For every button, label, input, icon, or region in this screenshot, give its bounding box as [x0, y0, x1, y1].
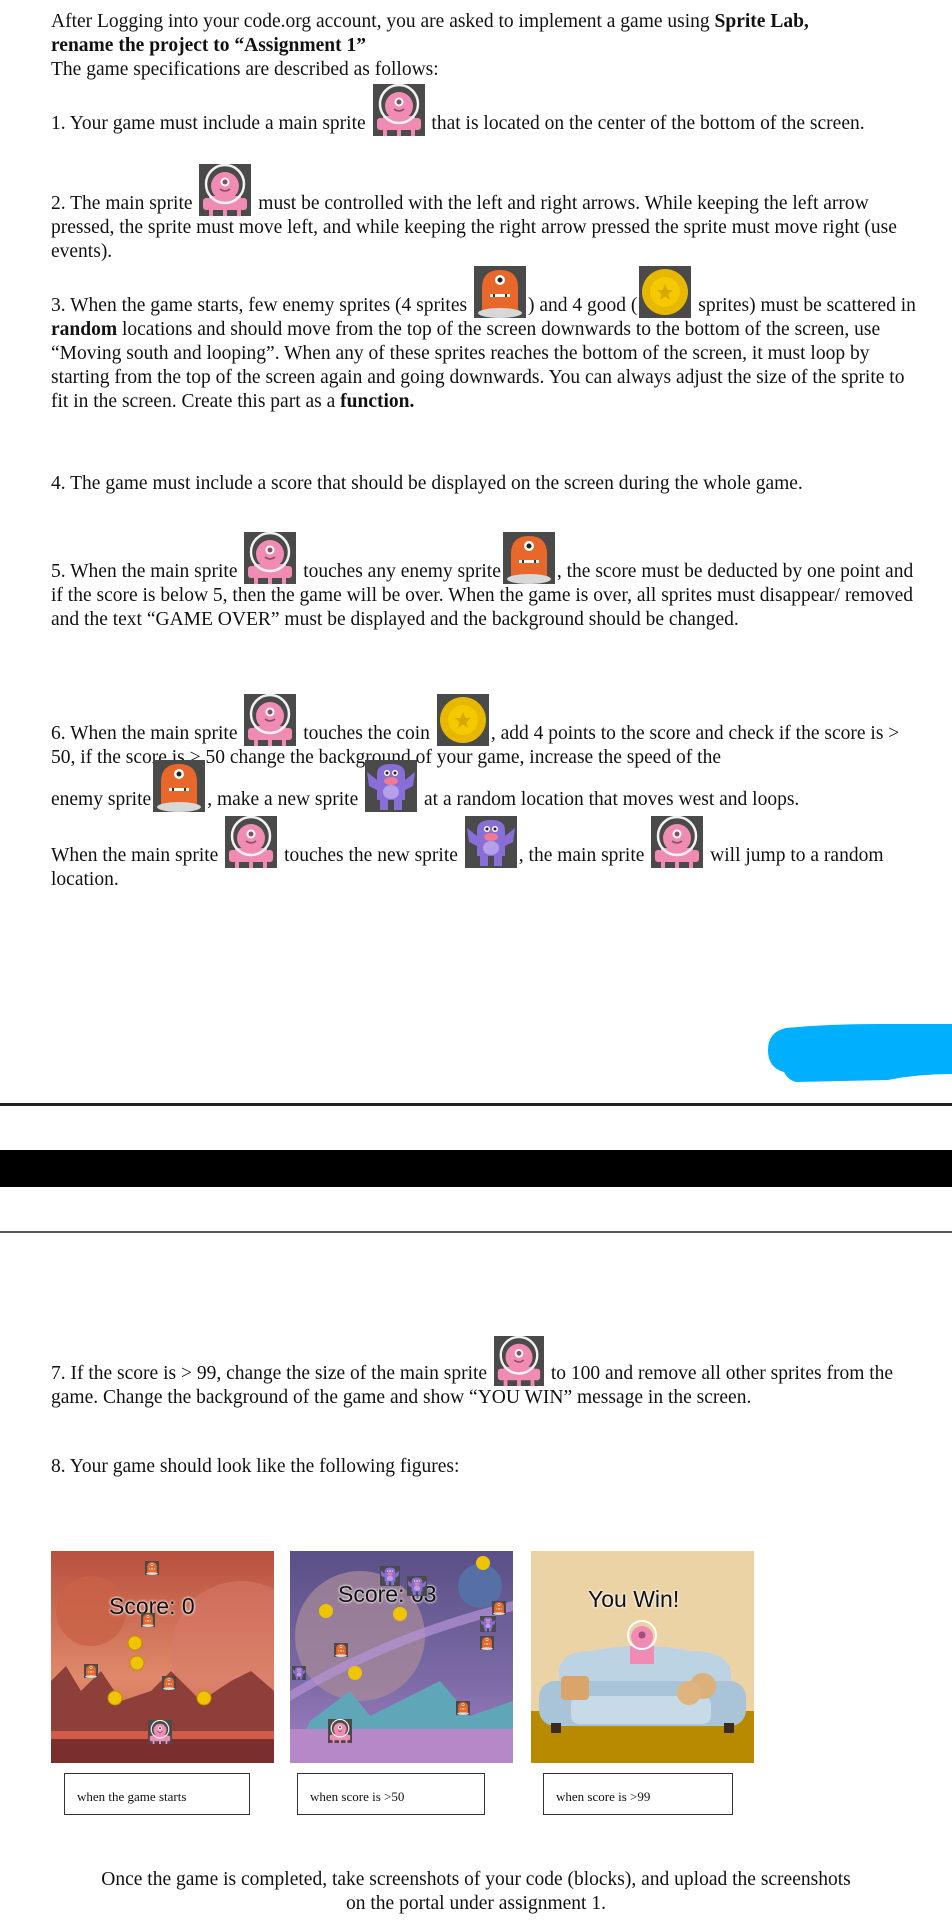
main-sprite-icon — [225, 816, 278, 868]
caption-score-over-50: when score is >50 — [297, 1773, 485, 1815]
spec-3-random: random — [51, 319, 118, 340]
main-sprite-icon — [244, 694, 297, 746]
enemy-sprite-icon — [502, 532, 555, 584]
main-sprite-icon — [372, 84, 425, 136]
new-sprite-icon — [480, 1616, 496, 1632]
enemy-sprite-icon — [84, 1664, 98, 1678]
new-sprite-icon — [380, 1566, 400, 1586]
spec-3-function: function. — [340, 391, 415, 412]
spec-6-text-e: , make a new sprite — [207, 789, 364, 810]
main-sprite-icon — [244, 532, 297, 584]
figure-3-sprites — [627, 1620, 657, 1664]
spec-item-7: 7. If the score is > 99, change the size… — [51, 1336, 923, 1410]
caption-game-start: when the game starts — [64, 1773, 250, 1815]
spec-item-3: 3. When the game starts, few enemy sprit… — [51, 266, 923, 414]
footer-instructions: Once the game is completed, take screens… — [0, 1868, 952, 1916]
new-sprite-icon — [365, 760, 418, 812]
spec-6b-text-b: touches the new sprite — [279, 845, 463, 866]
spec-2-text-a: 2. The main sprite — [51, 193, 198, 214]
spec-item-4: 4. The game must include a score that sh… — [51, 472, 923, 496]
spec-3-text-c: sprites) must be scattered in — [693, 295, 916, 316]
intro-paragraph: After Logging into your code.org account… — [51, 10, 923, 82]
spec-item-5: 5. When the main sprite touches any enem… — [51, 532, 923, 632]
enemy-sprite-icon — [456, 1701, 470, 1715]
page-divider-top — [0, 1103, 952, 1106]
spec-6b-text-c: , the main sprite — [518, 845, 650, 866]
spec-item-6b: When the main sprite touches the new spr… — [51, 816, 923, 892]
spec-3-text-d: locations and should move from the top o… — [51, 319, 905, 412]
intro-rename: rename the project to “Assignment 1” — [51, 35, 367, 56]
intro-line3: The game specifications are described as… — [51, 59, 439, 80]
new-sprite-icon — [292, 1666, 306, 1680]
figure-game-start: Score: 0 — [51, 1551, 274, 1763]
enemy-sprite-icon — [153, 760, 206, 812]
new-sprite-icon — [464, 816, 517, 868]
page-break-band — [0, 1150, 952, 1187]
spec-6-text-b: touches the coin — [298, 723, 435, 744]
enemy-sprite-icon — [480, 1636, 494, 1650]
spec-7-text-a: 7. If the score is > 99, change the size… — [51, 1363, 492, 1384]
figure-score-over-99: You Win! — [531, 1551, 754, 1763]
spec-6b-text-a: When the main sprite — [51, 845, 224, 866]
spec-3-text-b: ) and 4 good ( — [527, 295, 638, 316]
intro-sprite-lab: Sprite Lab, — [714, 11, 809, 32]
spec-item-2: 2. The main sprite must be controlled wi… — [51, 164, 923, 264]
main-sprite-icon — [148, 1720, 172, 1744]
spec-4-text: 4. The game must include a score that sh… — [51, 473, 803, 494]
spec-6-text-f: at a random location that moves west and… — [419, 789, 800, 810]
main-sprite-icon — [199, 164, 252, 216]
main-sprite-icon — [328, 1719, 352, 1743]
enemy-sprite-icon — [162, 1676, 176, 1690]
spec-item-6-cont: enemy sprite , make a new sprite at a ran… — [51, 760, 923, 812]
enemy-sprite-icon — [334, 1643, 348, 1657]
coin-sprite-icon — [436, 694, 489, 746]
spec-5-text-b: touches any enemy sprite — [298, 561, 501, 582]
spec-1-text-b: that is located on the center of the bot… — [426, 113, 865, 134]
page-divider-bottom — [0, 1231, 952, 1233]
footer-line-2: on the portal under assignment 1. — [346, 1893, 606, 1914]
main-sprite-icon — [493, 1336, 544, 1386]
spec-3-text-a: 3. When the game starts, few enemy sprit… — [51, 295, 472, 316]
spec-item-6: 6. When the main sprite touches the coin… — [51, 694, 923, 770]
spec-6-text-a: 6. When the main sprite — [51, 723, 243, 744]
spec-6-text-d: enemy sprite — [51, 789, 152, 810]
figure-score-over-50: Score: 63 — [290, 1551, 513, 1763]
coin-sprite-icon — [639, 266, 692, 318]
enemy-sprite-icon — [492, 1601, 506, 1615]
intro-line1: After Logging into your code.org account… — [51, 11, 715, 32]
figure-2-sprites — [292, 1556, 506, 1743]
spec-1-text-a: 1. Your game must include a main sprite — [51, 113, 371, 134]
caption-score-over-99: when score is >99 — [543, 1773, 733, 1815]
main-sprite-icon — [627, 1620, 657, 1664]
figure-1-sprites — [84, 1561, 212, 1744]
new-sprite-icon — [407, 1576, 427, 1596]
spec-8-text: 8. Your game should look like the follow… — [51, 1456, 460, 1477]
enemy-sprite-icon — [473, 266, 526, 318]
spec-5-text-a: 5. When the main sprite — [51, 561, 243, 582]
enemy-sprite-icon — [141, 1613, 155, 1627]
redaction-scribble — [768, 1024, 952, 1082]
main-sprite-icon — [651, 816, 704, 868]
spec-item-1: 1. Your game must include a main sprite … — [51, 84, 923, 136]
footer-line-1: Once the game is completed, take screens… — [101, 1869, 851, 1890]
spec-item-8: 8. Your game should look like the follow… — [51, 1455, 923, 1479]
enemy-sprite-icon — [145, 1561, 159, 1575]
